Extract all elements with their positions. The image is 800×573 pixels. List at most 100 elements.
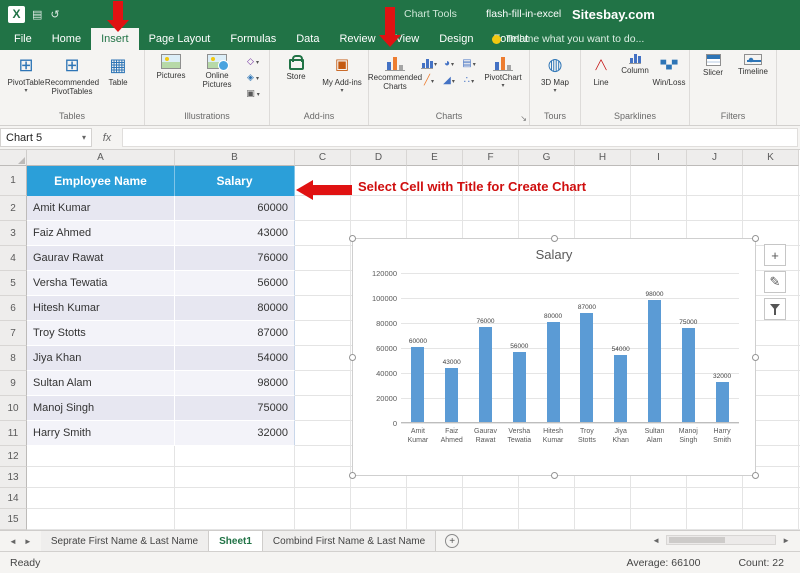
chart-bar-amit-kumar[interactable] (411, 347, 424, 422)
scatter-chart-button[interactable]: ∴▾ (460, 74, 478, 89)
chart-elements-button[interactable]: + (764, 244, 786, 266)
name-box[interactable]: Chart 5 ▾ (0, 128, 92, 147)
chart-selection-handle[interactable] (551, 235, 558, 242)
chart-selection-handle[interactable] (349, 354, 356, 361)
cell-A5[interactable]: Versha Tewatia (27, 271, 175, 296)
column-header-a[interactable]: A (27, 150, 175, 166)
cell-A14[interactable] (27, 488, 175, 509)
row-number-5[interactable]: 5 (0, 271, 27, 296)
scrollbar-thumb[interactable] (669, 537, 725, 543)
formula-input[interactable] (122, 128, 798, 147)
new-sheet-button[interactable]: + (445, 534, 459, 548)
cell-B9[interactable]: 98000 (175, 371, 295, 396)
cell-B7[interactable]: 87000 (175, 321, 295, 346)
my-add-ins-button[interactable]: ▣My Add-ins▾ (319, 52, 365, 95)
row-number-15[interactable]: 15 (0, 509, 27, 530)
row-number-4[interactable]: 4 (0, 246, 27, 271)
row-number-14[interactable]: 14 (0, 488, 27, 509)
chart-bar-manoj-singh[interactable] (682, 328, 695, 422)
table-header-employee-name[interactable]: Employee Name (27, 166, 175, 196)
line-chart-button[interactable]: ╱▾ (420, 74, 438, 89)
cell-B12[interactable] (175, 446, 295, 467)
cell-A13[interactable] (27, 467, 175, 488)
undo-icon[interactable]: ↺ (50, 8, 59, 21)
cell-A10[interactable]: Manoj Singh (27, 396, 175, 421)
column-header-j[interactable]: J (687, 150, 743, 166)
grid-cells-row-15[interactable] (295, 509, 800, 530)
cell-B3[interactable]: 43000 (175, 221, 295, 246)
row-number-12[interactable]: 12 (0, 446, 27, 467)
column-header-h[interactable]: H (575, 150, 631, 166)
column-header-f[interactable]: F (463, 150, 519, 166)
chart-selection-handle[interactable] (752, 235, 759, 242)
cell-A6[interactable]: Hitesh Kumar (27, 296, 175, 321)
row-number-6[interactable]: 6 (0, 296, 27, 321)
recommended-pivottables-button[interactable]: ⊞Recommended PivotTables (49, 52, 95, 96)
cell-A4[interactable]: Gaurav Rawat (27, 246, 175, 271)
column-header-i[interactable]: I (631, 150, 687, 166)
column-header-c[interactable]: C (295, 150, 351, 166)
row-number-13[interactable]: 13 (0, 467, 27, 488)
row-number-1[interactable]: 1 (0, 166, 27, 196)
cell-A11[interactable]: Harry Smith (27, 421, 175, 446)
sheet-nav-right-icon[interactable]: ► (24, 537, 32, 546)
area-chart-button[interactable]: ◢▾ (440, 74, 458, 89)
pivottable-button[interactable]: ⊞PivotTable▾ (3, 52, 49, 95)
column-header-d[interactable]: D (351, 150, 407, 166)
cell-B8[interactable]: 54000 (175, 346, 295, 371)
save-icon[interactable]: ▤ (32, 8, 42, 21)
cell-A15[interactable] (27, 509, 175, 530)
row-number-11[interactable]: 11 (0, 421, 27, 446)
cell-B11[interactable]: 32000 (175, 421, 295, 446)
sheet-tab-sheet1[interactable]: Sheet1 (209, 531, 263, 551)
chart-selection-handle[interactable] (752, 472, 759, 479)
chart-bar-harry-smith[interactable] (716, 382, 729, 422)
cell-B4[interactable]: 76000 (175, 246, 295, 271)
tab-file[interactable]: File (4, 28, 42, 50)
row-number-3[interactable]: 3 (0, 221, 27, 246)
cell-A8[interactable]: Jiya Khan (27, 346, 175, 371)
chart-bar-versha-tewatia[interactable] (513, 352, 526, 422)
chart-selection-handle[interactable] (349, 472, 356, 479)
cell-B13[interactable] (175, 467, 295, 488)
row-number-7[interactable]: 7 (0, 321, 27, 346)
column-header-e[interactable]: E (407, 150, 463, 166)
cell-A2[interactable]: Amit Kumar (27, 196, 175, 221)
recommended-charts-button[interactable]: Recommended Charts (372, 52, 418, 91)
fx-icon[interactable]: fx (92, 126, 122, 149)
chart-bar-gaurav-rawat[interactable] (479, 327, 492, 422)
tab-data[interactable]: Data (286, 28, 329, 50)
tab-page-layout[interactable]: Page Layout (139, 28, 221, 50)
column-button[interactable]: Column (618, 52, 652, 75)
online-pictures-button[interactable]: Online Pictures (194, 52, 240, 89)
cell-B2[interactable]: 60000 (175, 196, 295, 221)
column-header-g[interactable]: G (519, 150, 575, 166)
row-number-8[interactable]: 8 (0, 346, 27, 371)
scroll-right-icon[interactable]: ► (782, 536, 790, 545)
timeline-button[interactable]: Timeline (733, 52, 773, 76)
row-number-10[interactable]: 10 (0, 396, 27, 421)
chart-selection-handle[interactable] (349, 235, 356, 242)
line-button[interactable]: ╱╲Line (584, 52, 618, 87)
grid-cells-row-2[interactable] (295, 196, 800, 221)
tab-home[interactable]: Home (42, 28, 91, 50)
3d-map-button[interactable]: ◍3D Map▾ (533, 52, 577, 95)
sheet-tab-combind-first-name-last-name[interactable]: Combind First Name & Last Name (263, 531, 436, 551)
chart-styles-button[interactable]: ✎ (764, 271, 786, 293)
column-header-k[interactable]: K (743, 150, 799, 166)
cell-A12[interactable] (27, 446, 175, 467)
chart-bar-faiz-ahmed[interactable] (445, 368, 458, 422)
cell-A9[interactable]: Sultan Alam (27, 371, 175, 396)
slicer-button[interactable]: Slicer (693, 52, 733, 77)
grid-cells-row-14[interactable] (295, 488, 800, 509)
tab-design[interactable]: Design (429, 28, 483, 50)
cell-B6[interactable]: 80000 (175, 296, 295, 321)
pivotchart-button[interactable]: PivotChart▾ (480, 52, 526, 90)
dialog-launcher-icon[interactable]: ↘ (520, 114, 527, 123)
cell-B5[interactable]: 56000 (175, 271, 295, 296)
cell-A3[interactable]: Faiz Ahmed (27, 221, 175, 246)
chart-filters-button[interactable] (764, 298, 786, 320)
cell-B15[interactable] (175, 509, 295, 530)
sheet-tab-seprate-first-name-last-name[interactable]: Seprate First Name & Last Name (41, 531, 209, 551)
select-all-corner[interactable] (0, 150, 27, 166)
